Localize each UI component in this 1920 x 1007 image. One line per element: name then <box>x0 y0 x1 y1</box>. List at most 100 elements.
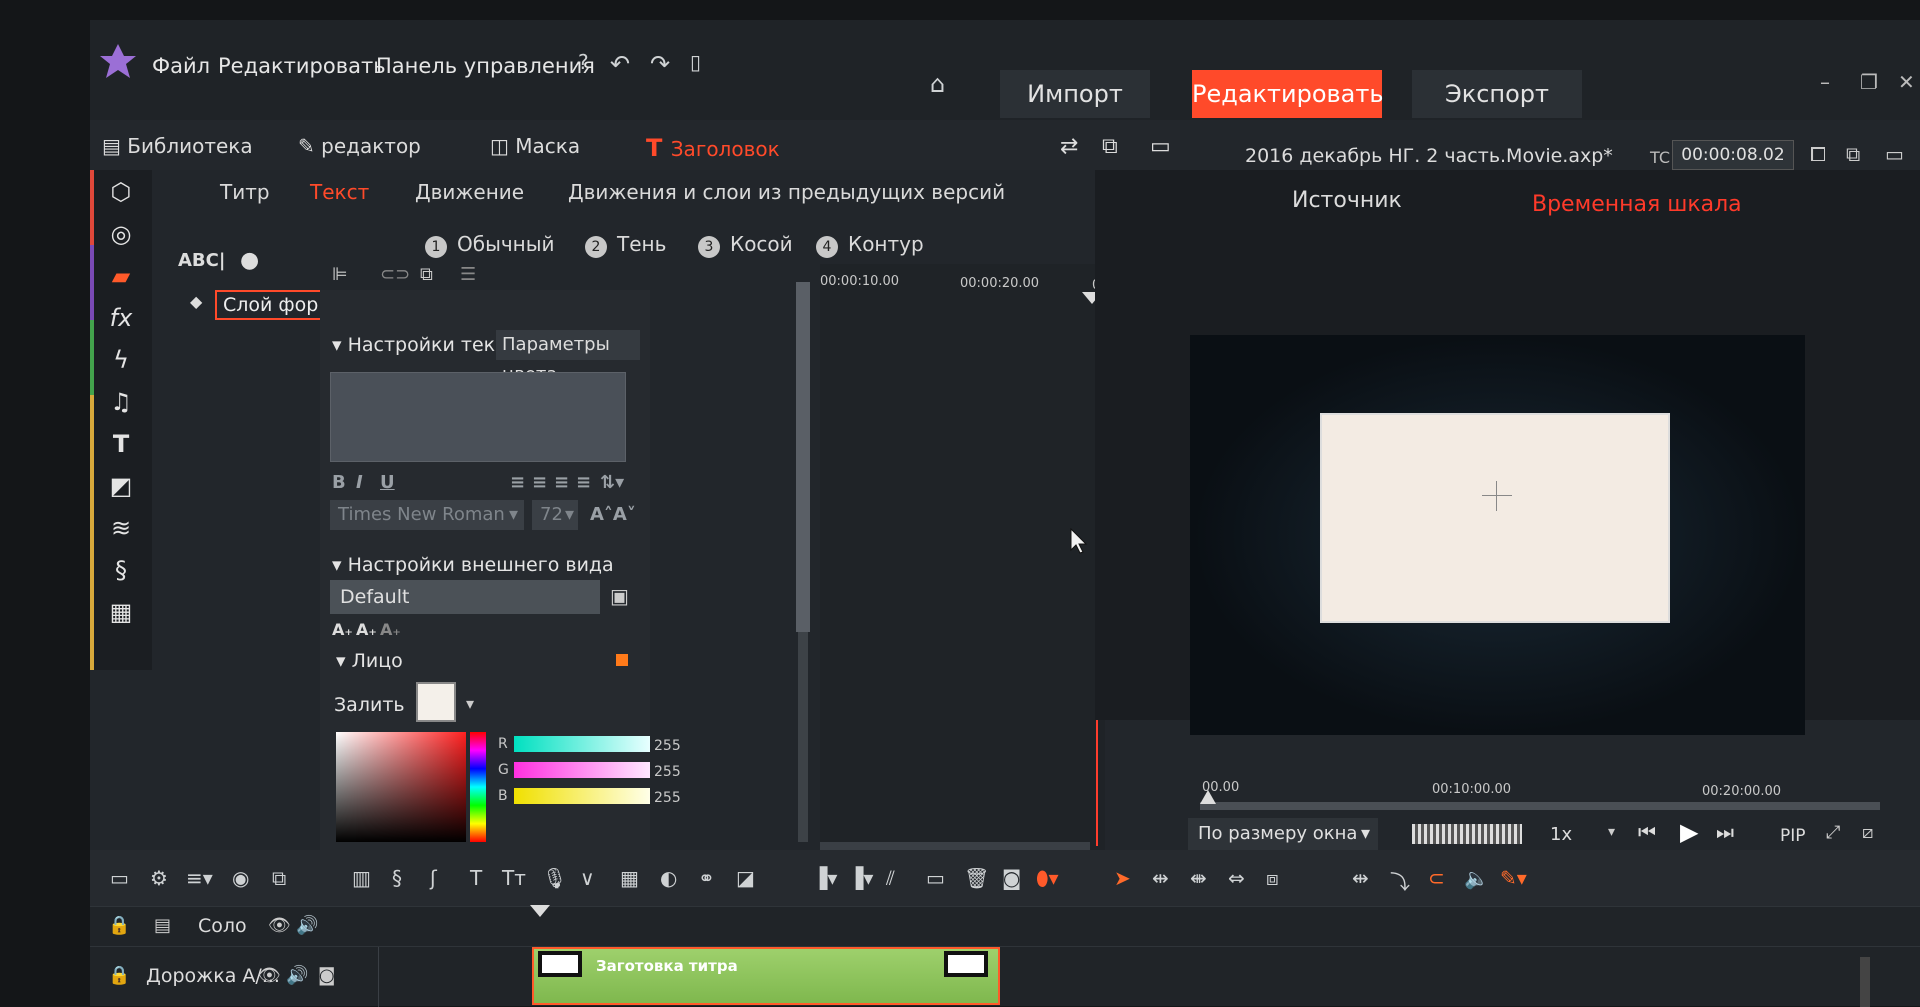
undo-icon[interactable]: ↶ <box>610 50 630 78</box>
bold-icon[interactable]: B <box>332 472 346 493</box>
justify-icon[interactable]: ≡ <box>576 472 591 493</box>
scrubber-handle-icon[interactable] <box>1200 790 1216 804</box>
font-size-adjust-icon[interactable]: A˄A˅ <box>590 504 636 525</box>
play-icon[interactable]: ▶ <box>1680 818 1698 846</box>
align-right-icon[interactable]: ≡ <box>554 472 569 493</box>
auto-icon[interactable]: ⤵ <box>1390 866 1410 895</box>
insert-icon[interactable]: ▭ <box>926 866 945 890</box>
menu-file[interactable]: Файл <box>152 54 210 78</box>
marker-icon[interactable]: ⬮▾ <box>1036 866 1059 890</box>
shuttle-control[interactable] <box>1412 824 1522 844</box>
grid-icon[interactable]: ▦ <box>620 866 639 890</box>
pip-button[interactable]: PIP <box>1780 826 1806 846</box>
add-face-icon[interactable]: A₊ <box>332 620 353 639</box>
audio-icon[interactable]: § <box>392 866 402 890</box>
folder-icon[interactable]: ▰ <box>104 262 138 292</box>
b-slider[interactable] <box>514 788 650 804</box>
face-header[interactable]: ▾ Лицо <box>336 650 403 672</box>
panel-scrollbar-thumb[interactable] <box>796 282 810 632</box>
b-value[interactable]: 255 <box>654 790 681 806</box>
subtab-legacy[interactable]: Движения и слои из предыдущих версий <box>568 180 1005 204</box>
menu-edit[interactable]: Редактировать <box>218 54 386 78</box>
speed-select[interactable]: 1x <box>1550 824 1572 845</box>
menu-control-panel[interactable]: Панель управления <box>376 54 595 78</box>
tab-library[interactable]: ▤ Библиотека <box>102 134 253 158</box>
font-family-select[interactable]: Times New Roman ▾ <box>330 500 524 530</box>
mode-import-button[interactable]: Импорт <box>1000 70 1150 118</box>
g-slider[interactable] <box>514 762 650 778</box>
marker-in-icon[interactable]: ▐▾ <box>812 866 837 890</box>
color-icon[interactable]: ◐ <box>660 866 677 890</box>
tab-mask[interactable]: ◫ Маска <box>490 134 580 158</box>
timeline-view-icon[interactable]: ▭ <box>110 866 129 890</box>
align-left-text-icon[interactable]: ≡ <box>510 472 525 493</box>
copy-icon[interactable]: ⧉ <box>1102 134 1118 159</box>
solo-label[interactable]: Соло <box>198 915 247 937</box>
hue-slider[interactable] <box>470 732 486 842</box>
style-shadow[interactable]: 2 Тень <box>585 232 666 258</box>
color-params-tab[interactable]: Параметры цвета <box>496 330 640 385</box>
camera-icon[interactable]: ◙ <box>1002 866 1021 890</box>
track-view-icon[interactable]: ▤ <box>154 915 171 936</box>
minimize-icon[interactable]: – <box>1820 70 1830 94</box>
timeline-settings-icon[interactable]: ⚙ <box>150 866 168 890</box>
pointer-tool-icon[interactable]: ➤ <box>1114 866 1131 890</box>
fullscreen-icon[interactable]: ⧄ <box>1862 822 1873 843</box>
external-icon[interactable]: ⧠ <box>1810 142 1826 166</box>
fx-icon[interactable]: fx <box>104 304 138 334</box>
shapes-icon[interactable]: ◩ <box>104 472 138 502</box>
volume-icon[interactable]: 🔈 <box>1464 866 1489 890</box>
project-bin-icon[interactable]: ⬡ <box>104 178 138 208</box>
subtab-titr[interactable]: Титр <box>220 180 270 204</box>
camera-icon[interactable]: ◙ <box>318 965 335 986</box>
title-timeline-area[interactable]: 00:00:10.00 00:00:20.00 0 <box>820 264 1105 850</box>
horizontal-scrollbar[interactable] <box>820 842 1090 850</box>
fit-window-select[interactable]: По размеру окна ▾ <box>1188 818 1378 850</box>
motion-icon[interactable]: ∨ <box>580 866 595 890</box>
film-reel-icon[interactable]: ◎ <box>104 220 138 250</box>
timeline-playhead-icon[interactable] <box>530 905 550 917</box>
home-icon[interactable]: ⌂ <box>930 70 945 98</box>
text-input[interactable] <box>330 372 626 462</box>
tab-title[interactable]: T Заголовок <box>646 134 780 162</box>
ripple-icon[interactable]: ⇹ <box>1152 866 1169 890</box>
align-left-icon[interactable]: ⊫ <box>332 264 348 285</box>
step-forward-icon[interactable]: ⏭ <box>1716 820 1734 844</box>
panel-icon[interactable]: ▭ <box>1885 142 1904 166</box>
marker-out-icon[interactable]: ▐▾ <box>848 866 873 890</box>
transition-tool-icon[interactable]: ʃ <box>430 866 437 890</box>
r-value[interactable]: 255 <box>654 738 681 754</box>
link-icon[interactable]: ⊂⊃ <box>380 264 410 285</box>
text-layer-icon[interactable]: ABC| <box>178 250 225 271</box>
slide-icon[interactable]: ⧈ <box>1266 866 1279 890</box>
copy-frame-icon[interactable]: ⧉ <box>1846 142 1860 166</box>
speaker-icon[interactable]: 🔊 <box>296 915 318 936</box>
music-icon[interactable]: ♫ <box>104 388 138 418</box>
italic-icon[interactable]: I <box>356 472 363 493</box>
title-tool-icon[interactable]: T <box>470 866 482 890</box>
step-back-icon[interactable]: ⏮ <box>1638 820 1656 844</box>
preview-scrubber[interactable] <box>1200 802 1880 810</box>
eye-icon[interactable]: 👁 <box>258 965 281 986</box>
chart-icon[interactable]: ◪ <box>736 866 755 890</box>
calendar-icon[interactable]: ▦ <box>104 598 138 628</box>
tab-editor[interactable]: ✎ редактор <box>298 134 421 158</box>
layout-icon[interactable]: ▭ <box>1150 134 1171 159</box>
list-icon[interactable]: ☰ <box>460 264 476 285</box>
text-direction-icon[interactable]: ⇅▾ <box>600 472 624 493</box>
crop-icon[interactable]: ⤢ <box>1826 822 1840 843</box>
redo-icon[interactable]: ↷ <box>650 50 670 78</box>
color-picker-area[interactable] <box>336 732 466 842</box>
question-icon[interactable]: ? <box>578 50 589 74</box>
eye-icon[interactable]: 👁 <box>268 915 291 936</box>
layers-icon[interactable]: ≋ <box>104 514 138 544</box>
magnet-icon[interactable]: ⊂ <box>1428 866 1445 890</box>
underline-icon[interactable]: U <box>380 472 395 493</box>
video-preview[interactable] <box>1190 335 1805 735</box>
lock-icon[interactable]: 🔒 <box>108 915 130 936</box>
trim-icon[interactable]: ⇹ <box>1352 866 1369 890</box>
swap-icon[interactable]: ⇄ <box>1060 134 1078 159</box>
title-shape-rectangle[interactable] <box>1320 413 1670 623</box>
r-slider[interactable] <box>514 736 650 752</box>
align-center-icon[interactable]: ≡ <box>532 472 547 493</box>
